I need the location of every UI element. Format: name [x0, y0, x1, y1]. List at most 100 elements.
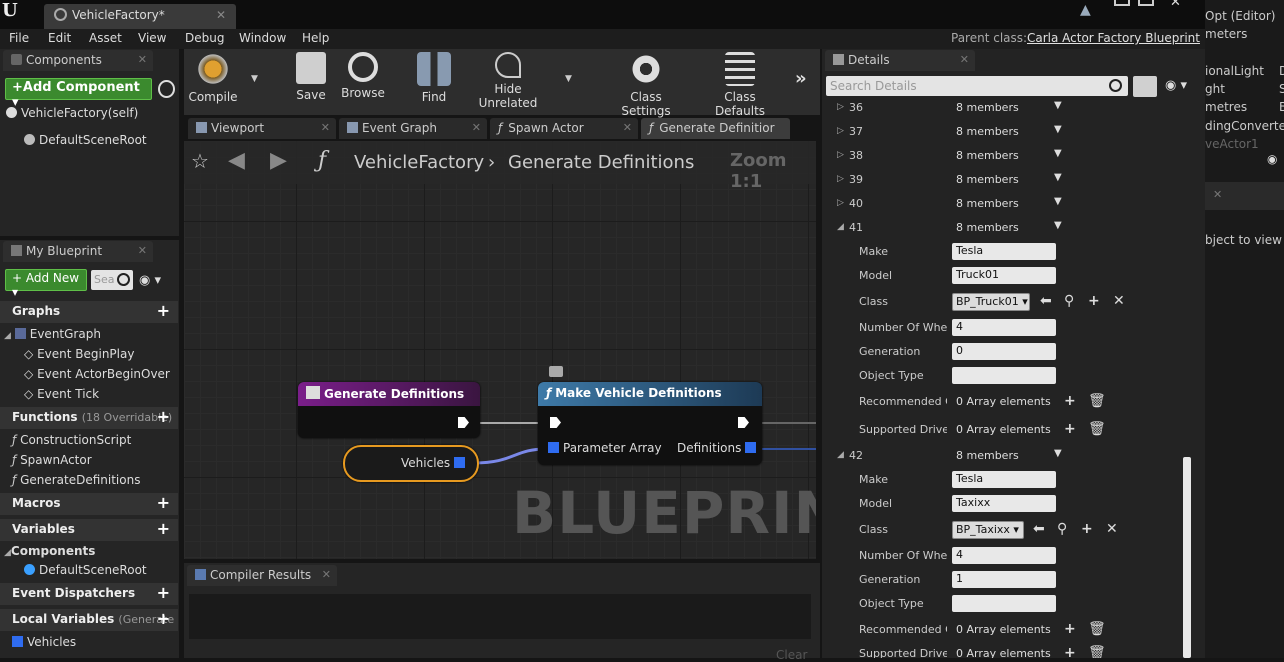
local-variable-vehicles[interactable]: Vehicles: [12, 635, 76, 649]
add-macro-icon[interactable]: +: [157, 493, 170, 512]
class-picker[interactable]: BP_Truck01 ▾: [952, 293, 1030, 311]
collapse-triangle-icon[interactable]: ◢: [837, 450, 844, 460]
compile-button[interactable]: Compile: [188, 52, 238, 104]
close-details-tab-icon[interactable]: ✕: [960, 53, 969, 66]
dropdown-arrow-icon[interactable]: ▼: [1054, 148, 1062, 159]
menu-file[interactable]: File: [9, 31, 29, 45]
variables-section[interactable]: Variables +: [0, 519, 178, 541]
definitions-pin[interactable]: Definitions: [677, 441, 760, 455]
clear-asset-x-icon[interactable]: ✕: [1113, 293, 1125, 309]
my-blueprint-tab[interactable]: My Blueprint ✕: [3, 241, 153, 262]
trash-icon[interactable]: 🗑: [1088, 393, 1106, 409]
menu-window[interactable]: Window: [239, 31, 286, 45]
dropdown-arrow-icon[interactable]: ▼: [1054, 100, 1062, 111]
function-constructionscript[interactable]: ƒ ConstructionScript: [12, 433, 131, 447]
expand-triangle-icon[interactable]: ▷: [837, 126, 844, 136]
save-button[interactable]: Save: [289, 52, 333, 102]
close-event-graph-tab-icon[interactable]: ✕: [472, 121, 481, 134]
blueprint-graph-canvas[interactable]: ☆ ◀ ▶ ƒ VehicleFactory › Generate Defini…: [184, 141, 816, 559]
add-element-plus-icon[interactable]: +: [1064, 621, 1076, 637]
browse-asset-icon[interactable]: ⚲: [1064, 293, 1074, 309]
array-element-36[interactable]: ▷ 36 8 members ▼: [822, 97, 1182, 121]
add-element-plus-icon[interactable]: +: [1064, 645, 1076, 658]
trash-icon[interactable]: 🗑: [1088, 621, 1106, 637]
close-spawn-actor-tab-icon[interactable]: ✕: [623, 121, 632, 134]
exec-out-pin[interactable]: [458, 417, 469, 428]
generation-field[interactable]: 1: [952, 571, 1056, 588]
details-search-input[interactable]: Search Details: [826, 76, 1128, 96]
macros-section[interactable]: Macros +: [0, 493, 178, 515]
menu-debug[interactable]: Debug: [185, 31, 224, 45]
search-components-icon[interactable]: [158, 80, 175, 98]
exec-in-pin[interactable]: [550, 417, 561, 428]
close-components-tab-icon[interactable]: ✕: [138, 53, 147, 66]
class-picker[interactable]: BP_Taxixx ▾: [952, 521, 1024, 539]
trash-icon[interactable]: 🗑: [1088, 645, 1106, 658]
array-element-41[interactable]: ◢ 41 8 members ▼: [822, 217, 1182, 241]
add-graph-icon[interactable]: +: [157, 301, 170, 320]
event-actorbeginoverlap-item[interactable]: ◇ Event ActorBeginOver: [24, 367, 170, 381]
collapse-triangle-icon[interactable]: ◢: [837, 222, 844, 232]
tab-event-graph[interactable]: Event Graph ✕: [339, 118, 487, 139]
dropdown-arrow-icon[interactable]: ▼: [1054, 172, 1062, 183]
trash-icon[interactable]: 🗑: [1088, 421, 1106, 437]
event-tick-item[interactable]: ◇ Event Tick: [24, 387, 99, 401]
components-category[interactable]: ◢Components: [4, 544, 95, 558]
close-tab-icon[interactable]: ✕: [216, 8, 226, 22]
functions-section[interactable]: Functions (18 Overridable) +: [0, 407, 178, 429]
event-graph-item[interactable]: ◢ EventGraph: [4, 327, 101, 341]
graduation-cap-icon[interactable]: ▲: [1080, 2, 1091, 18]
vehicles-variable-pin[interactable]: Vehicles: [401, 456, 469, 470]
object-type-field[interactable]: [952, 595, 1056, 612]
array-element-38[interactable]: ▷ 38 8 members ▼: [822, 145, 1182, 169]
collapse-triangle-icon[interactable]: ◢: [4, 331, 11, 341]
make-field[interactable]: Tesla: [952, 243, 1056, 260]
close-compiler-results-tab-icon[interactable]: ✕: [322, 568, 331, 581]
new-asset-plus-icon[interactable]: +: [1088, 293, 1100, 309]
local-variables-section[interactable]: Local Variables (Generate +: [0, 609, 178, 631]
expand-triangle-icon[interactable]: ▷: [837, 150, 844, 160]
use-selected-arrow-icon[interactable]: ⬅: [1033, 521, 1045, 537]
array-element-37[interactable]: ▷ 37 8 members ▼: [822, 121, 1182, 145]
graphs-section[interactable]: Graphs +: [0, 301, 178, 323]
minimize-button[interactable]: [1114, 0, 1130, 6]
component-self[interactable]: VehicleFactory(self): [6, 106, 138, 120]
expand-triangle-icon[interactable]: ▷: [837, 198, 844, 208]
add-component-button[interactable]: +Add Component ▾: [5, 78, 152, 110]
eye-visibility-icon[interactable]: ◉ ▾: [139, 273, 161, 288]
hide-unrelated-options-arrow-icon[interactable]: ▼: [565, 74, 572, 84]
dropdown-arrow-icon[interactable]: ▼: [1054, 124, 1062, 135]
event-beginplay-item[interactable]: ◇ Event BeginPlay: [24, 347, 134, 361]
close-window-button[interactable]: ✕: [1170, 0, 1181, 10]
make-field[interactable]: Tesla: [952, 471, 1056, 488]
number-of-wheels-field[interactable]: 4: [952, 319, 1056, 336]
close-viewport-tab-icon[interactable]: ✕: [321, 121, 330, 134]
expand-triangle-icon[interactable]: ▷: [837, 174, 844, 184]
use-selected-arrow-icon[interactable]: ⬅: [1040, 293, 1052, 309]
vehicles-variable-node[interactable]: Vehicles: [343, 445, 479, 482]
make-vehicle-definitions-node[interactable]: ƒ Make Vehicle Definitions Parameter Arra…: [538, 382, 762, 465]
dropdown-arrow-icon[interactable]: ▼: [1054, 448, 1062, 459]
details-scrollbar[interactable]: [1183, 457, 1191, 658]
function-spawnactor[interactable]: ƒ SpawnActor: [12, 453, 92, 467]
browse-asset-icon[interactable]: ⚲: [1057, 521, 1067, 537]
array-element-39[interactable]: ▷ 39 8 members ▼: [822, 169, 1182, 193]
number-of-wheels-field[interactable]: 4: [952, 547, 1056, 564]
model-field[interactable]: Taxixx: [952, 495, 1056, 512]
class-defaults-button[interactable]: Class Defaults: [698, 52, 782, 118]
close-tab-icon[interactable]: ✕: [1213, 188, 1222, 201]
dropdown-arrow-icon[interactable]: ▼: [1054, 196, 1062, 207]
add-element-plus-icon[interactable]: +: [1064, 421, 1076, 437]
menu-help[interactable]: Help: [302, 31, 329, 45]
add-element-plus-icon[interactable]: +: [1064, 393, 1076, 409]
array-element-42[interactable]: ◢ 42 8 members ▼: [822, 445, 1182, 469]
add-new-button[interactable]: + Add New ▾: [5, 269, 87, 299]
parameter-array-pin[interactable]: Parameter Array: [548, 441, 662, 455]
compiler-results-tab[interactable]: Compiler Results ✕: [187, 565, 337, 586]
generation-field[interactable]: 0: [952, 343, 1056, 360]
maximize-button[interactable]: [1138, 0, 1154, 6]
compile-options-arrow-icon[interactable]: ▼: [251, 74, 258, 84]
object-type-field[interactable]: [952, 367, 1056, 384]
exec-out-pin[interactable]: [738, 417, 749, 428]
add-function-icon[interactable]: +: [157, 407, 170, 426]
